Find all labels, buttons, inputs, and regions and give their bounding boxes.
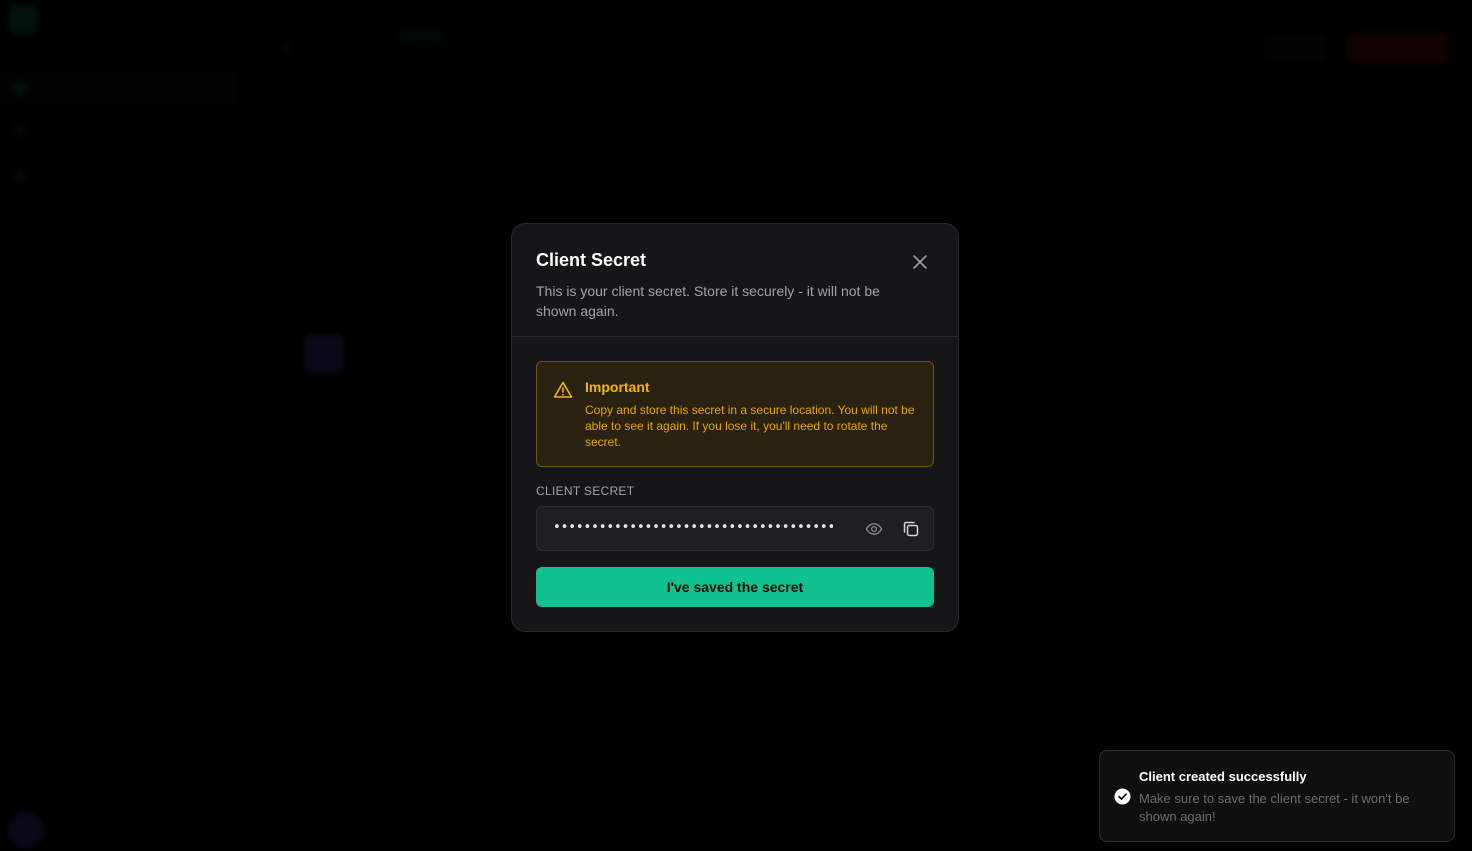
client-secret-dialog: Client Secret This is your client secret… xyxy=(511,223,959,632)
warning-text: Copy and store this secret in a secure l… xyxy=(585,403,915,449)
toast-description: Make sure to save the client secret - it… xyxy=(1139,791,1410,824)
dialog-description: This is your client secret. Store it sec… xyxy=(536,283,880,319)
close-button[interactable] xyxy=(910,252,930,272)
dialog-header: Client Secret This is your client secret… xyxy=(512,224,958,337)
warning-triangle-icon xyxy=(553,381,573,398)
success-toast: Client created successfully Make sure to… xyxy=(1099,750,1455,842)
eye-icon xyxy=(865,523,883,535)
client-secret-value[interactable]: ••••••••••••••••••••••••••••••••••••••••… xyxy=(553,520,833,535)
copy-icon xyxy=(903,521,919,537)
toggle-visibility-button[interactable] xyxy=(865,520,883,538)
check-circle-icon xyxy=(1114,788,1131,805)
client-secret-field[interactable]: ••••••••••••••••••••••••••••••••••••••••… xyxy=(536,506,934,551)
copy-button[interactable] xyxy=(901,519,921,539)
warning-alert: Important Copy and store this secret in … xyxy=(536,361,934,467)
client-secret-label: CLIENT SECRET xyxy=(536,484,635,498)
close-icon xyxy=(913,255,927,269)
dialog-title: Client Secret xyxy=(536,250,647,270)
warning-title: Important xyxy=(585,379,650,395)
saved-secret-button[interactable]: I've saved the secret xyxy=(536,567,934,607)
toast-title: Client created successfully xyxy=(1139,769,1307,784)
